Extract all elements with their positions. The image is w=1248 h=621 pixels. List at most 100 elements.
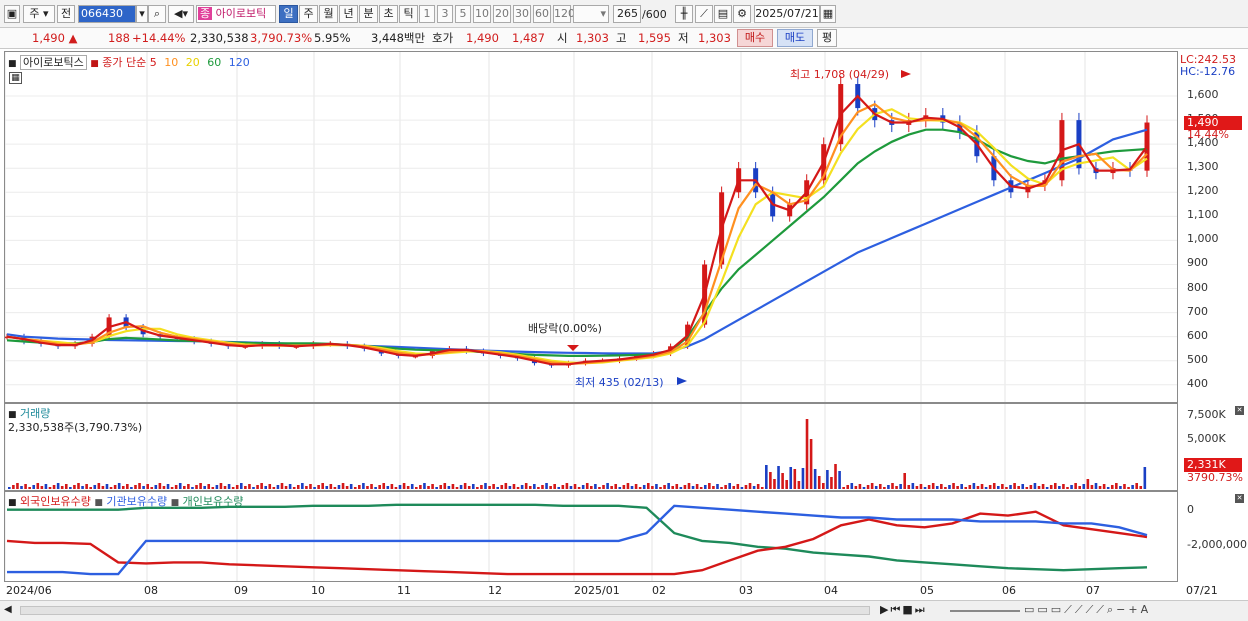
horizontal-scrollbar[interactable] <box>20 606 870 615</box>
bid-price: 1,487 <box>512 31 545 45</box>
low-label: 저 <box>678 31 689 45</box>
gear-icon[interactable]: ⚙ <box>733 5 751 23</box>
legend-stock-name[interactable]: 아이로보틱스 <box>20 55 87 70</box>
volume-bar <box>895 486 898 489</box>
stock-name-field[interactable]: 종 아이로보틱 <box>196 5 276 23</box>
current-price: 1,490 ▲ <box>32 31 78 45</box>
volume-bar <box>77 483 80 489</box>
search-icon[interactable]: ⌕ <box>148 5 166 23</box>
volume-bar <box>988 485 992 489</box>
volume-bar <box>984 487 988 489</box>
volume-bar <box>846 485 850 489</box>
zoom-slider[interactable] <box>950 610 1020 612</box>
chart-tool-icons[interactable]: ▭▭▭⟋⟋⟋⟋⌕−+A <box>1024 603 1151 617</box>
period-second-button[interactable]: 초 <box>379 5 398 23</box>
volume-bar <box>728 483 731 489</box>
interval-5-button[interactable]: 5 <box>455 5 471 23</box>
volume-bar <box>32 485 36 489</box>
price-change: 188 <box>108 31 130 45</box>
volume-bar <box>569 486 573 489</box>
save-icon[interactable]: ▤ <box>714 5 732 23</box>
interval-30-button[interactable]: 30 <box>513 5 531 23</box>
high-label: 고 <box>616 31 627 45</box>
volume-bar <box>887 485 890 489</box>
volume-bar <box>288 484 292 489</box>
interval-60-button[interactable]: 60 <box>533 5 551 23</box>
volume-pane[interactable]: ■ 거래량 2,330,538주(3,790.73%) <box>4 403 1178 491</box>
prev-button[interactable]: 전 <box>57 5 75 23</box>
price-tick: 1,100 <box>1187 208 1219 222</box>
volume-tick: 7,500K <box>1187 408 1226 421</box>
volume-bar <box>667 483 670 489</box>
date-input[interactable]: 2025/07/21 <box>754 5 820 23</box>
interval-20-button[interactable]: 20 <box>493 5 511 23</box>
market-select[interactable]: 주 ▾ <box>23 5 55 23</box>
candle-type-icon[interactable]: ╫ <box>675 5 693 23</box>
volume-box: 2,331K <box>1184 458 1242 472</box>
buy-button[interactable]: 매수 <box>737 29 773 47</box>
draw-tool-icon[interactable]: ⟋ <box>695 5 713 23</box>
dividend-annotation: 배당락(0.00%) <box>528 322 602 335</box>
volume-bar <box>516 487 520 489</box>
volume-bar <box>1017 486 1020 489</box>
holdings-pane[interactable]: ■ 외국인보유수량 ■ 기관보유수량 ■ 개인보유수량 <box>4 491 1178 582</box>
volume-bar <box>524 483 528 489</box>
volume-bar <box>651 486 654 489</box>
volume-close-icon[interactable]: ✕ <box>1235 406 1244 415</box>
volume-bar <box>264 486 268 489</box>
period-month-button[interactable]: 월 <box>319 5 338 23</box>
grid-toggle-icon[interactable]: ▦ <box>9 72 22 84</box>
volume-bar <box>598 487 601 489</box>
volume-bar <box>549 486 552 489</box>
volume-bar <box>215 485 219 489</box>
volume-bar <box>162 486 166 489</box>
low-arrow-icon <box>677 377 687 385</box>
chart-toolbar: ▣ 주 ▾ 전 066430 ▾ ⌕ ◀▾ 종 아이로보틱 일 주 월 년 분 … <box>0 0 1248 28</box>
period-week-button[interactable]: 주 <box>299 5 318 23</box>
period-minute-button[interactable]: 분 <box>359 5 378 23</box>
period-year-button[interactable]: 년 <box>339 5 358 23</box>
volume-bar <box>1029 485 1033 489</box>
volume-bar <box>166 484 170 489</box>
scroll-left-icon[interactable]: ◀ <box>4 604 12 615</box>
volume-bar <box>150 487 154 489</box>
volume-bar <box>174 485 178 489</box>
stock-code-input[interactable]: 066430 <box>78 5 136 23</box>
volume-bar <box>813 469 817 489</box>
volume-bar <box>752 486 756 489</box>
interval-custom-select[interactable]: ▾ <box>573 5 609 23</box>
holdings-close-icon[interactable]: ✕ <box>1235 494 1244 503</box>
interval-10-button[interactable]: 10 <box>473 5 491 23</box>
volume-bar <box>435 487 438 489</box>
playback-controls[interactable]: ▶⏮■⏭ <box>880 603 927 617</box>
period-tick-button[interactable]: 틱 <box>399 5 418 23</box>
window-menu-icon[interactable]: ▣ <box>4 5 20 23</box>
interval-1-button[interactable]: 1 <box>419 5 435 23</box>
volume-bar <box>130 487 133 489</box>
volume-bar <box>992 483 996 489</box>
volume-bar <box>862 487 866 489</box>
stock-badge: 종 <box>198 7 213 20</box>
volume-bar <box>765 465 768 489</box>
volume-bar <box>1062 484 1065 489</box>
volume-bar <box>382 483 386 489</box>
code-dropdown-icon[interactable]: ▾ <box>136 5 148 23</box>
volume-bar <box>1086 479 1090 489</box>
volume-bar <box>691 486 695 489</box>
volume-bar <box>830 477 833 489</box>
sound-icon[interactable]: ◀▾ <box>168 5 194 23</box>
volume-bar <box>199 483 202 489</box>
price-change-pct: +14.44% <box>132 31 186 45</box>
x-tick: 2024/06 <box>6 584 52 597</box>
evaluate-button[interactable]: 평 <box>817 29 837 47</box>
period-day-button[interactable]: 일 <box>279 5 298 23</box>
calendar-icon[interactable]: ▦ <box>820 5 836 23</box>
interval-3-button[interactable]: 3 <box>437 5 453 23</box>
sell-button[interactable]: 매도 <box>777 29 813 47</box>
count-input[interactable]: 265 <box>613 5 641 23</box>
volume-bar <box>48 487 52 489</box>
volume-bar <box>903 473 906 489</box>
interval-120-button[interactable]: 120 <box>553 5 575 23</box>
price-pane[interactable]: ■ 아이로보틱스 ■ 종가 단순 5 10 20 60 120 ▦ 최고 1,7… <box>4 51 1178 403</box>
volume-bar <box>349 484 353 489</box>
